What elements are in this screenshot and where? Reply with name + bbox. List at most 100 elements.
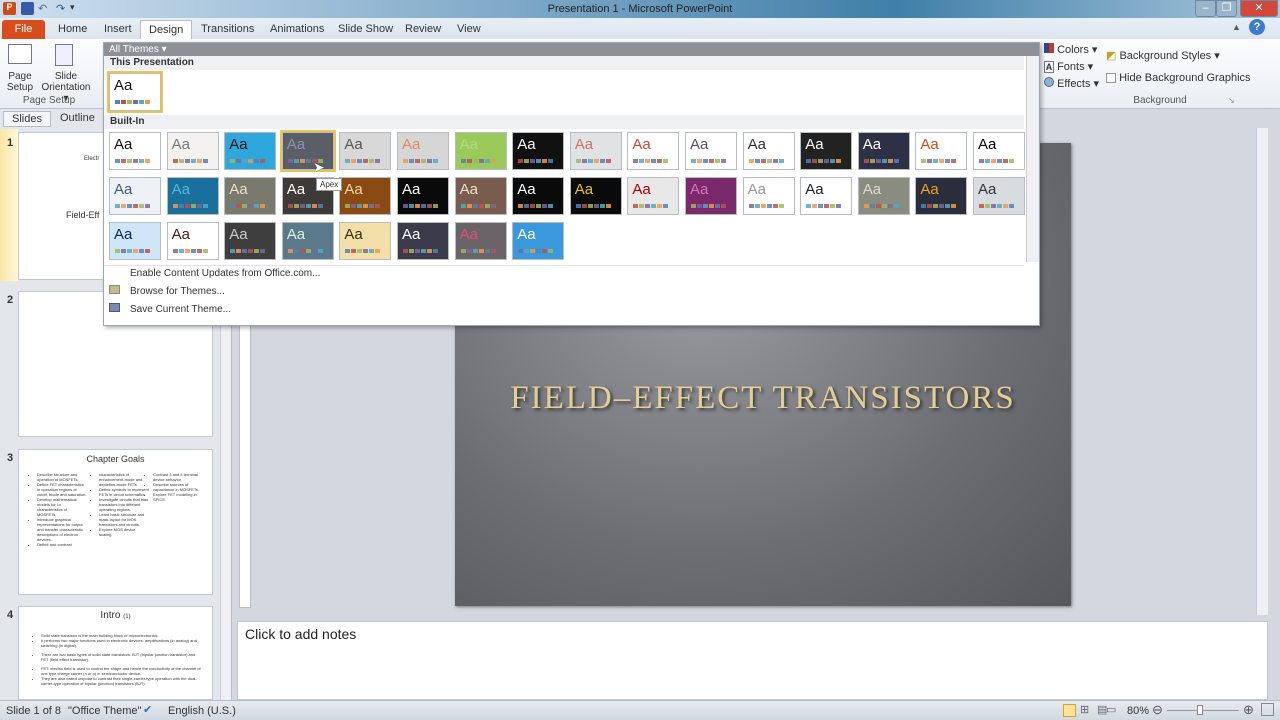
notes-pane[interactable]: Click to add notes	[237, 621, 1268, 700]
theme-thumbnail[interactable]: Aa	[512, 222, 565, 260]
theme-thumbnail[interactable]: Aa	[339, 177, 392, 215]
page-setup-button[interactable]: Page Setup	[2, 41, 38, 93]
page-setup-label-2: Setup	[6, 82, 34, 93]
theme-thumbnail[interactable]: Aa	[397, 222, 449, 260]
theme-thumbnail[interactable]: Aa	[685, 177, 737, 215]
theme-thumbnail[interactable]: Aa	[569, 132, 622, 170]
normal-view-icon[interactable]	[1063, 704, 1076, 717]
selection-highlight	[0, 129, 18, 281]
theme-thumbnail[interactable]: Aa	[915, 132, 968, 170]
ribbon-tabs: File Home Insert Design Transitions Anim…	[0, 18, 1280, 39]
tab-design[interactable]: Design	[140, 20, 193, 39]
theme-thumbnail[interactable]: Aa	[800, 177, 853, 215]
theme-thumbnail[interactable]: Aa	[166, 177, 219, 215]
theme-thumbnail[interactable]: Aa	[397, 177, 449, 215]
theme-thumbnail[interactable]: Aa	[224, 132, 277, 170]
theme-thumbnail[interactable]: Aa	[109, 222, 161, 260]
theme-current-office[interactable]: Aa	[107, 71, 163, 113]
all-themes-header[interactable]: All Themes ▾	[104, 43, 1039, 56]
theme-thumbnail[interactable]: Aa	[166, 132, 219, 170]
browse-for-themes-item[interactable]: Browse for Themes...	[130, 286, 225, 297]
theme-swatches	[172, 159, 208, 163]
theme-thumbnail[interactable]: Aa	[109, 177, 161, 215]
save-theme-icon	[109, 303, 120, 312]
background-styles-button[interactable]: ◩ Background Styles ▾	[1106, 49, 1220, 62]
language[interactable]: English (U.S.)	[168, 705, 236, 717]
slide-show-icon[interactable]: ▭	[1106, 703, 1116, 716]
slide-title[interactable]: FIELD–EFFECT TRANSISTORS	[455, 380, 1071, 417]
bullet: Contrast 3 and 4 terminal device behavio…	[153, 472, 203, 482]
zoom-level[interactable]: 80%	[1127, 705, 1149, 717]
tab-transitions[interactable]: Transitions	[193, 20, 262, 39]
tab-slide-show[interactable]: Slide Show	[330, 20, 401, 39]
theme-name[interactable]: "Office Theme"	[68, 705, 141, 717]
theme-thumbnail[interactable]: Aa	[857, 177, 910, 215]
fonts-button[interactable]: A Fonts ▾	[1044, 60, 1093, 73]
fonts-label: Fonts ▾	[1057, 61, 1094, 73]
save-current-theme-item[interactable]: Save Current Theme...	[130, 304, 231, 315]
tab-review[interactable]: Review	[397, 20, 449, 39]
divider	[104, 265, 1024, 266]
theme-thumbnail[interactable]: Aa	[800, 132, 853, 170]
close-button[interactable]: ✕	[1240, 0, 1278, 17]
theme-thumbnail[interactable]: Aa	[281, 222, 334, 260]
theme-thumbnail[interactable]: Aa	[166, 222, 219, 260]
fit-to-window-icon[interactable]	[1261, 703, 1274, 716]
theme-thumbnail[interactable]: Aa	[454, 222, 507, 260]
spell-check-icon[interactable]: ✔	[143, 703, 152, 716]
theme-thumbnail[interactable]: Aa	[512, 177, 565, 215]
help-icon[interactable]: ?	[1249, 19, 1265, 35]
theme-thumbnail[interactable]: Aa	[627, 132, 680, 170]
theme-swatches	[863, 204, 899, 208]
dialog-launcher-icon[interactable]: ↘	[1228, 96, 1235, 105]
theme-thumbnail[interactable]: Aa	[742, 132, 795, 170]
theme-thumbnail[interactable]: Aa	[627, 177, 680, 215]
theme-thumbnail[interactable]: Aa	[857, 132, 910, 170]
vertical-scrollbar[interactable]	[1256, 128, 1268, 615]
gallery-scrollbar[interactable]	[1026, 56, 1039, 262]
theme-thumbnail[interactable]: Aa	[224, 222, 277, 260]
theme-swatches	[287, 204, 323, 208]
zoom-out-icon[interactable]: ⊖	[1152, 702, 1163, 718]
theme-swatches	[979, 159, 1014, 163]
restore-button[interactable]: ❐	[1216, 0, 1237, 17]
effects-button[interactable]: Effects ▾	[1044, 77, 1099, 90]
tab-file[interactable]: File	[2, 20, 45, 39]
zoom-slider[interactable]	[1167, 710, 1239, 711]
slide-orientation-button[interactable]: Slide Orientation ▾	[38, 41, 96, 104]
tab-view[interactable]: View	[449, 20, 489, 39]
hide-background-graphics-checkbox[interactable]: Hide Background Graphics	[1106, 72, 1251, 84]
background-styles-icon: ◩	[1106, 50, 1117, 62]
theme-thumbnail[interactable]: Aa	[569, 177, 622, 215]
theme-thumbnail[interactable]: Aa	[454, 177, 507, 215]
theme-thumbnail[interactable]: Aa	[915, 177, 968, 215]
tab-home[interactable]: Home	[50, 20, 95, 39]
slide-sorter-icon[interactable]: ⊞	[1080, 703, 1089, 716]
theme-thumbnail[interactable]: Aa	[109, 132, 161, 170]
theme-thumbnail[interactable]: Aa	[742, 177, 795, 215]
theme-thumbnail[interactable]: Aa	[279, 130, 336, 172]
slide-thumbnail-4[interactable]: Intro (1) Solid state transistor is the …	[18, 606, 213, 700]
enable-content-updates-item[interactable]: Enable Content Updates from Office.com..…	[130, 268, 320, 279]
colors-button[interactable]: Colors ▾	[1044, 43, 1097, 56]
minimize-button[interactable]: –	[1195, 0, 1216, 17]
theme-thumbnail[interactable]: Aa	[973, 132, 1025, 170]
theme-thumbnail[interactable]: Aa	[224, 177, 277, 215]
tab-animations[interactable]: Animations	[262, 20, 332, 39]
theme-thumbnail[interactable]: Aa	[339, 222, 392, 260]
theme-swatches	[115, 100, 150, 104]
theme-thumbnail[interactable]: Aa	[339, 132, 392, 170]
zoom-in-icon[interactable]: ⊕	[1243, 702, 1254, 718]
tab-slides[interactable]: Slides	[3, 111, 51, 127]
theme-thumbnail[interactable]: Aa	[454, 132, 507, 170]
theme-thumbnail[interactable]: Aa	[973, 177, 1025, 215]
group-background-label: Background	[1133, 95, 1187, 106]
theme-thumbnail[interactable]: Aa	[512, 132, 565, 170]
collapse-ribbon-icon[interactable]: ▲	[1232, 22, 1241, 32]
tab-insert[interactable]: Insert	[96, 20, 140, 39]
tab-outline[interactable]: Outline	[52, 111, 103, 127]
slide-thumbnail-3[interactable]: Chapter Goals Describe structure and ope…	[18, 449, 213, 595]
zoom-slider-thumb[interactable]	[1196, 705, 1203, 715]
theme-thumbnail[interactable]: Aa	[397, 132, 449, 170]
theme-thumbnail[interactable]: Aa	[685, 132, 737, 170]
